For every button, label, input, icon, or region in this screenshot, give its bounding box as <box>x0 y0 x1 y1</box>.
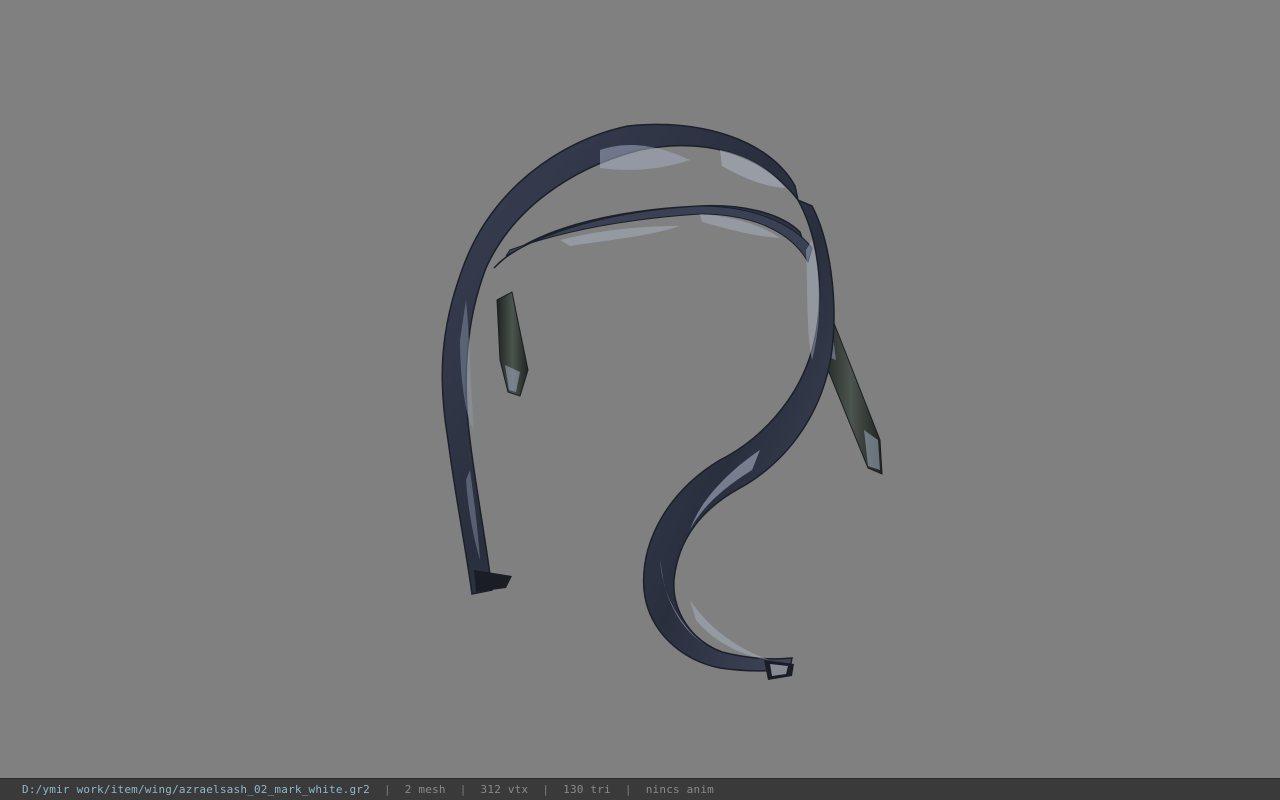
sash-right-band <box>642 198 835 680</box>
separator: | <box>542 783 550 796</box>
sash-outer-band <box>441 123 799 595</box>
3d-viewport[interactable] <box>0 0 1280 778</box>
animation-status: nincs anim <box>645 783 714 796</box>
sash-model-render <box>441 123 883 680</box>
triangle-count: 130 tri <box>563 783 611 796</box>
sash-tab-left <box>496 291 529 397</box>
separator: | <box>459 783 467 796</box>
vertex-count: 312 vtx <box>480 783 529 796</box>
file-path: D:/ymir work/item/wing/azraelsash_02_mar… <box>22 783 370 796</box>
separator: | <box>383 783 391 796</box>
separator: | <box>624 783 632 796</box>
mesh-count: 2 mesh <box>404 783 446 796</box>
sash-inner-band <box>493 204 813 269</box>
status-bar: D:/ymir work/item/wing/azraelsash_02_mar… <box>0 778 1280 800</box>
